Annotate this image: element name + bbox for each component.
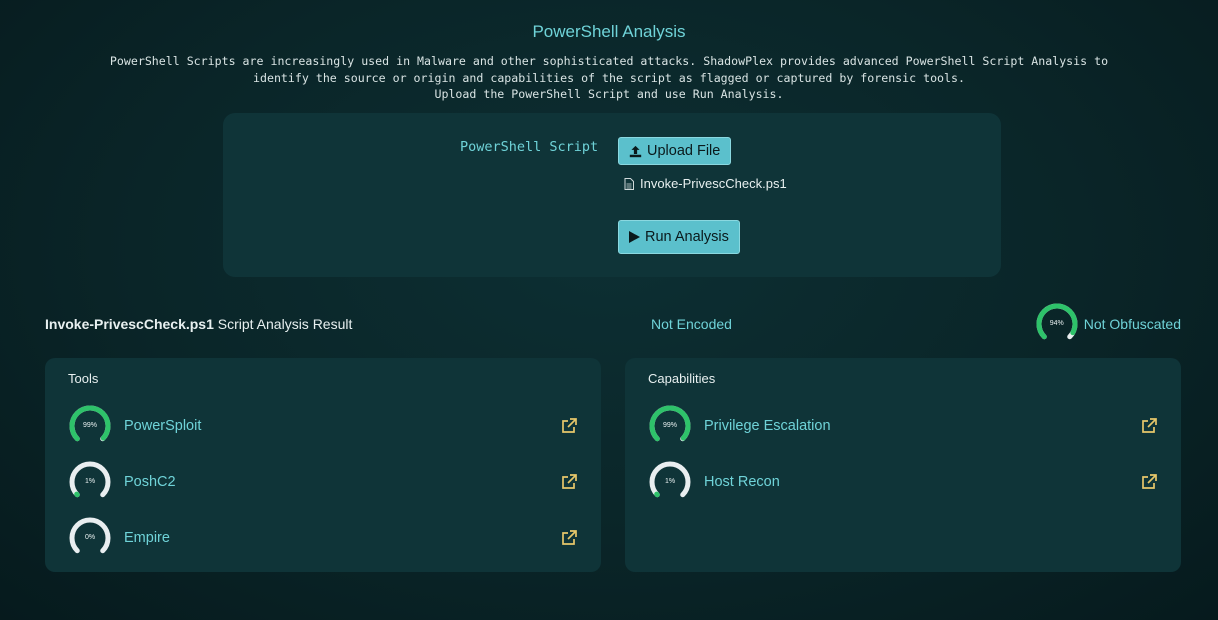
- external-link-icon[interactable]: [560, 417, 578, 435]
- uploaded-file: Invoke-PrivescCheck.ps1: [624, 176, 787, 191]
- tools-card: Tools 99% PowerSploit 1% PoshC2 0% Empir…: [45, 358, 601, 572]
- tool-item-poshc2: 1% PoshC2: [68, 460, 578, 504]
- upload-file-label: Upload File: [647, 143, 721, 159]
- capability-gauge: 99%: [648, 404, 692, 448]
- page-title: PowerShell Analysis: [532, 22, 686, 41]
- tool-name[interactable]: Empire: [124, 530, 560, 546]
- tool-gauge-label: 1%: [84, 478, 96, 485]
- capability-name[interactable]: Host Recon: [704, 474, 1140, 490]
- result-title-suffix: Script Analysis Result: [213, 316, 353, 332]
- tool-gauge-label: 99%: [82, 422, 97, 429]
- page-header: PowerShell Analysis PowerShell Scripts a…: [0, 22, 1218, 103]
- result-title: Invoke-PrivescCheck.ps1 Script Analysis …: [45, 316, 352, 332]
- tool-gauge: 1%: [68, 460, 112, 504]
- external-link-icon[interactable]: [1140, 417, 1158, 435]
- capability-gauge-label: 1%: [664, 478, 676, 485]
- capability-gauge: 1%: [648, 460, 692, 504]
- tool-item-powersploit: 99% PowerSploit: [68, 404, 578, 448]
- result-script-name: Invoke-PrivescCheck.ps1: [45, 316, 214, 332]
- capability-item-privilege-escalation: 99% Privilege Escalation: [648, 404, 1158, 448]
- run-analysis-button[interactable]: Run Analysis: [618, 220, 740, 254]
- capability-gauge-label: 99%: [662, 422, 677, 429]
- obfuscation-status: 94% Not Obfuscated: [1035, 302, 1181, 346]
- upload-icon: [629, 145, 642, 157]
- capability-name[interactable]: Privilege Escalation: [704, 418, 1140, 434]
- obfuscation-status-label: Not Obfuscated: [1083, 316, 1181, 332]
- obfuscation-gauge: 94%: [1035, 302, 1079, 346]
- uploaded-file-name: Invoke-PrivescCheck.ps1: [640, 176, 787, 191]
- external-link-icon[interactable]: [560, 473, 578, 491]
- tool-gauge: 99%: [68, 404, 112, 448]
- tool-item-empire: 0% Empire: [68, 516, 578, 560]
- run-analysis-label: Run Analysis: [645, 229, 729, 245]
- tools-title: Tools: [68, 371, 99, 386]
- description-line-1: PowerShell Scripts are increasingly used…: [109, 54, 1109, 68]
- upload-panel: PowerShell Script Upload File Invoke-Pri…: [223, 113, 1001, 277]
- upload-file-button[interactable]: Upload File: [618, 137, 732, 165]
- page-description: PowerShell Scripts are increasingly used…: [0, 53, 1218, 103]
- tool-name[interactable]: PowerSploit: [124, 418, 560, 434]
- description-line-3: Upload the PowerShell Script and use Run…: [434, 87, 784, 101]
- capabilities-card: Capabilities 99% Privilege Escalation 1%…: [625, 358, 1181, 572]
- obfuscation-gauge-label: 94%: [1049, 320, 1064, 327]
- tool-gauge: 0%: [68, 516, 112, 560]
- tool-name[interactable]: PoshC2: [124, 474, 560, 490]
- powershell-script-label: PowerShell Script: [460, 139, 599, 155]
- capabilities-title: Capabilities: [648, 371, 716, 386]
- description-line-2: identify the source or origin and capabi…: [253, 70, 965, 85]
- external-link-icon[interactable]: [1140, 473, 1158, 491]
- capability-item-host-recon: 1% Host Recon: [648, 460, 1158, 504]
- play-icon: [629, 231, 640, 243]
- analysis-result-header: Invoke-PrivescCheck.ps1 Script Analysis …: [45, 303, 1181, 340]
- tool-gauge-label: 0%: [84, 534, 96, 541]
- file-icon: [624, 177, 634, 190]
- encoding-status: Not Encoded: [651, 316, 732, 332]
- external-link-icon[interactable]: [560, 529, 578, 547]
